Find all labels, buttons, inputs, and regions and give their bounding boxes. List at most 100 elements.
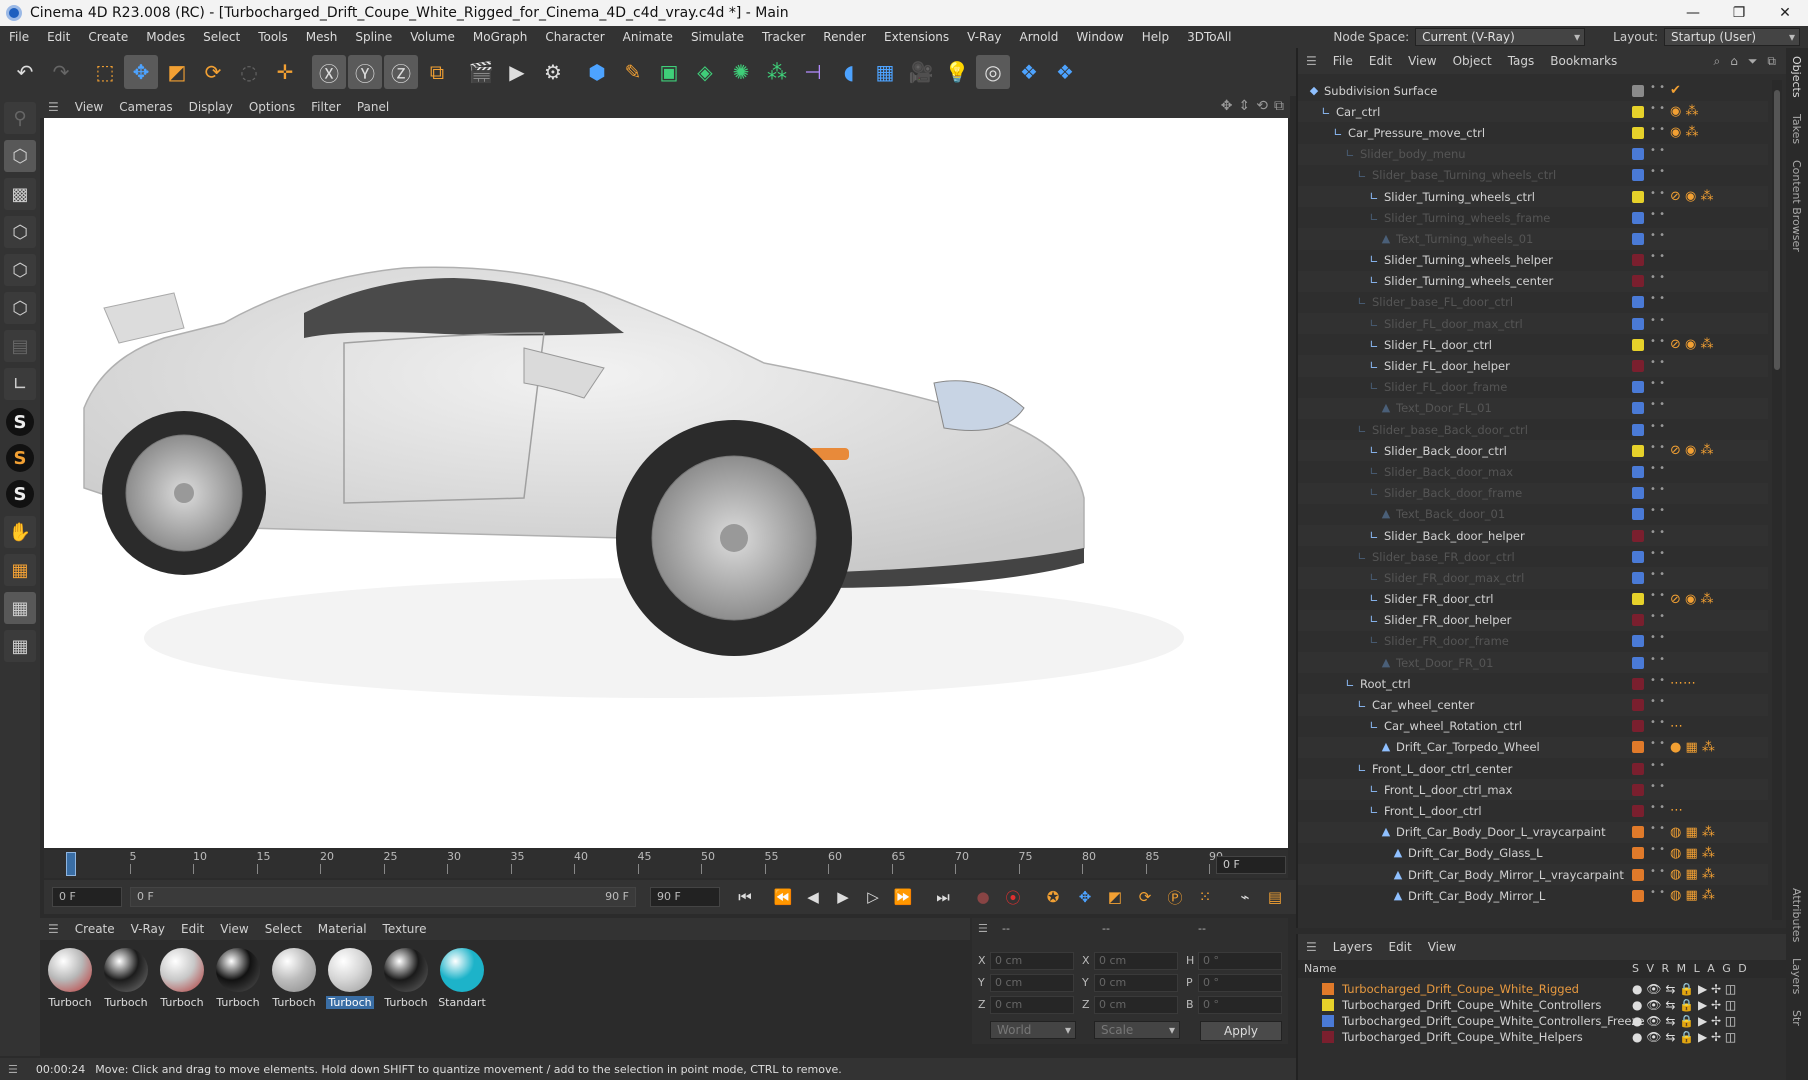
layer-color-swatch[interactable] xyxy=(1632,804,1644,817)
visibility-dots-icon[interactable]: • • xyxy=(1650,103,1665,119)
layer-color-swatch[interactable] xyxy=(1632,720,1644,733)
visibility-dots-icon[interactable]: • • xyxy=(1650,209,1665,225)
visibility-dots-icon[interactable]: • • xyxy=(1650,421,1665,437)
layer-color-swatch[interactable] xyxy=(1632,211,1644,224)
object-tags[interactable]: ◍ ▦ ⁂ xyxy=(1670,825,1715,840)
visibility-dots-icon[interactable]: • • xyxy=(1650,675,1665,691)
python-icon[interactable]: ❖ xyxy=(1012,55,1046,89)
status-hamburger-icon[interactable]: ☰ xyxy=(0,1063,26,1076)
object-row[interactable]: ∟ Slider_FR_door_max_ctrl • • xyxy=(1298,567,1768,589)
menu-render[interactable]: Render xyxy=(814,30,875,44)
layer-color-swatch[interactable] xyxy=(1632,402,1644,415)
material-item[interactable]: Turboch xyxy=(46,948,94,1009)
world-dropdown[interactable]: World xyxy=(990,1021,1076,1039)
object-row[interactable]: ∟ Slider_Back_door_helper • • xyxy=(1298,524,1768,547)
menu-create[interactable]: Create xyxy=(79,30,137,44)
field-icon[interactable]: ◖ xyxy=(832,55,866,89)
object-row[interactable]: ▲ Drift_Car_Body_Glass_L • • ◍ ▦ ⁂ xyxy=(1298,843,1768,864)
extrude-icon[interactable]: ◈ xyxy=(688,55,722,89)
texture-mode-icon[interactable]: ▩ xyxy=(4,178,36,210)
visibility-dots-icon[interactable]: • • xyxy=(1650,612,1665,627)
layer-color-swatch[interactable] xyxy=(1632,126,1644,139)
menu-mesh[interactable]: Mesh xyxy=(297,30,347,44)
menu-window[interactable]: Window xyxy=(1067,30,1132,44)
rotation-h-field[interactable]: 0 ° xyxy=(1198,952,1282,970)
object-tags[interactable]: ⋯ xyxy=(1670,803,1683,818)
menu-arnold[interactable]: Arnold xyxy=(1011,30,1068,44)
material-item[interactable]: Turboch xyxy=(158,948,206,1009)
x-axis-lock-icon[interactable]: Ⓧ xyxy=(312,55,346,89)
position-y-field[interactable]: 0 cm xyxy=(990,974,1074,992)
visibility-dots-icon[interactable]: • • xyxy=(1650,379,1665,394)
object-tags[interactable]: ● ▦ ⁂ xyxy=(1670,740,1715,755)
object-tags[interactable]: ◍ ▦ ⁂ xyxy=(1670,867,1715,882)
menu-3dtoall[interactable]: 3DToAll xyxy=(1178,30,1240,44)
next-frame-icon[interactable]: ▷ xyxy=(860,884,886,910)
layer-color-swatch[interactable] xyxy=(1632,699,1644,712)
object-row[interactable]: ▲ Drift_Car_Body_Mirror_L • • ◍ ▦ ⁂ xyxy=(1298,885,1768,906)
visibility-dots-icon[interactable]: • • xyxy=(1650,548,1665,564)
menu-help[interactable]: Help xyxy=(1133,30,1178,44)
planar-workplane-icon[interactable]: ▦ xyxy=(4,592,36,624)
visibility-dots-icon[interactable]: • • xyxy=(1650,294,1665,309)
menu-extensions[interactable]: Extensions xyxy=(875,30,958,44)
layer-color-swatch[interactable] xyxy=(1632,677,1644,690)
material-menu-vray[interactable]: V-Ray xyxy=(123,922,173,936)
layer-color-swatch[interactable] xyxy=(1632,317,1644,330)
3d-viewport[interactable] xyxy=(44,118,1288,848)
tab-attributes[interactable]: Attributes xyxy=(1786,880,1807,950)
material-menu-select[interactable]: Select xyxy=(257,922,310,936)
object-row[interactable]: ∟ Slider_base_FR_door_ctrl • • xyxy=(1298,546,1768,567)
object-row[interactable]: ∟ Car_ctrl • • ◉ ⁂ xyxy=(1298,101,1768,123)
object-row[interactable]: ▲ Text_Turning_wheels_01 • • xyxy=(1298,228,1768,250)
uv-mode-icon[interactable]: ▤ xyxy=(4,330,36,362)
key-rotation-icon[interactable]: ⟳ xyxy=(1132,884,1158,910)
node-space-dropdown[interactable]: Current (V-Ray) xyxy=(1415,28,1586,46)
visibility-dots-icon[interactable]: • • xyxy=(1650,82,1665,98)
scale-tool-icon[interactable]: ◩ xyxy=(160,55,194,89)
key-position-icon[interactable]: ✥ xyxy=(1072,884,1098,910)
object-row[interactable]: ∟ Slider_FR_door_frame • • xyxy=(1298,631,1768,652)
size-x-field[interactable]: 0 cm xyxy=(1094,952,1178,970)
visibility-dots-icon[interactable]: • • xyxy=(1650,252,1665,267)
end-frame-field[interactable]: 90 F xyxy=(650,887,720,907)
visibility-dots-icon[interactable]: • • xyxy=(1650,781,1665,797)
layer-row[interactable]: Turbocharged_Drift_Coupe_White_Helpers ● … xyxy=(1298,1028,1788,1046)
material-menu-edit[interactable]: Edit xyxy=(173,922,212,936)
object-row[interactable]: ∟ Slider_base_FL_door_ctrl • • xyxy=(1298,292,1768,313)
visibility-dots-icon[interactable]: • • xyxy=(1650,167,1665,182)
layer-color-swatch[interactable] xyxy=(1632,656,1644,669)
vray-icon[interactable]: ◎ xyxy=(976,55,1010,89)
object-row[interactable]: ∟ Slider_Turning_wheels_center • • xyxy=(1298,270,1768,292)
object-row[interactable]: ∟ Root_ctrl • • ⋯⋯ xyxy=(1298,673,1768,694)
workplane-icon[interactable]: ∟ xyxy=(4,368,36,400)
object-tags[interactable]: ◍ ▦ ⁂ xyxy=(1670,888,1715,903)
layer-color-swatch[interactable] xyxy=(1632,465,1644,478)
layer-color-swatch[interactable] xyxy=(1632,338,1644,351)
snap-settings-icon[interactable]: S xyxy=(6,444,34,472)
layer-color-swatch[interactable] xyxy=(1632,635,1644,648)
visibility-dots-icon[interactable]: • • xyxy=(1650,463,1665,479)
material-menu-view[interactable]: View xyxy=(212,922,256,936)
y-axis-lock-icon[interactable]: Ⓨ xyxy=(348,55,382,89)
object-row[interactable]: ∟ Slider_FR_door_ctrl • • ⊘ ◉ ⁂ xyxy=(1298,589,1768,610)
layer-color-swatch[interactable] xyxy=(1632,381,1644,394)
layers-hamburger-icon[interactable]: ☰ xyxy=(1298,940,1325,954)
layer-flags-icons[interactable]: ● 👁 ⇆ 🔒 ▶ ✢ ◫ xyxy=(1632,1030,1736,1044)
pan-icon[interactable]: ✥ xyxy=(1221,98,1233,114)
visibility-dots-icon[interactable]: • • xyxy=(1650,230,1665,246)
layer-color-swatch[interactable] xyxy=(1632,571,1644,584)
material-item[interactable]: Turboch xyxy=(326,948,374,1009)
layer-color-swatch[interactable] xyxy=(1632,148,1644,161)
layer-flags-icons[interactable]: ● 👁 ⇆ 🔒 ▶ ✢ ◫ xyxy=(1632,982,1736,996)
size-y-field[interactable]: 0 cm xyxy=(1094,974,1178,992)
scale-dropdown[interactable]: Scale xyxy=(1094,1021,1180,1039)
visibility-dots-icon[interactable]: • • xyxy=(1650,845,1665,860)
layer-color-swatch[interactable] xyxy=(1632,868,1644,881)
keyframe-selection-icon[interactable]: ✪ xyxy=(1040,884,1066,910)
deformer-icon[interactable]: ⊣ xyxy=(796,55,830,89)
pen-spline-icon[interactable]: ✎ xyxy=(616,55,650,89)
layers-menu-edit[interactable]: Edit xyxy=(1380,940,1419,954)
object-row[interactable]: ∟ Slider_body_menu • • xyxy=(1298,143,1768,165)
menu-tracker[interactable]: Tracker xyxy=(753,30,814,44)
